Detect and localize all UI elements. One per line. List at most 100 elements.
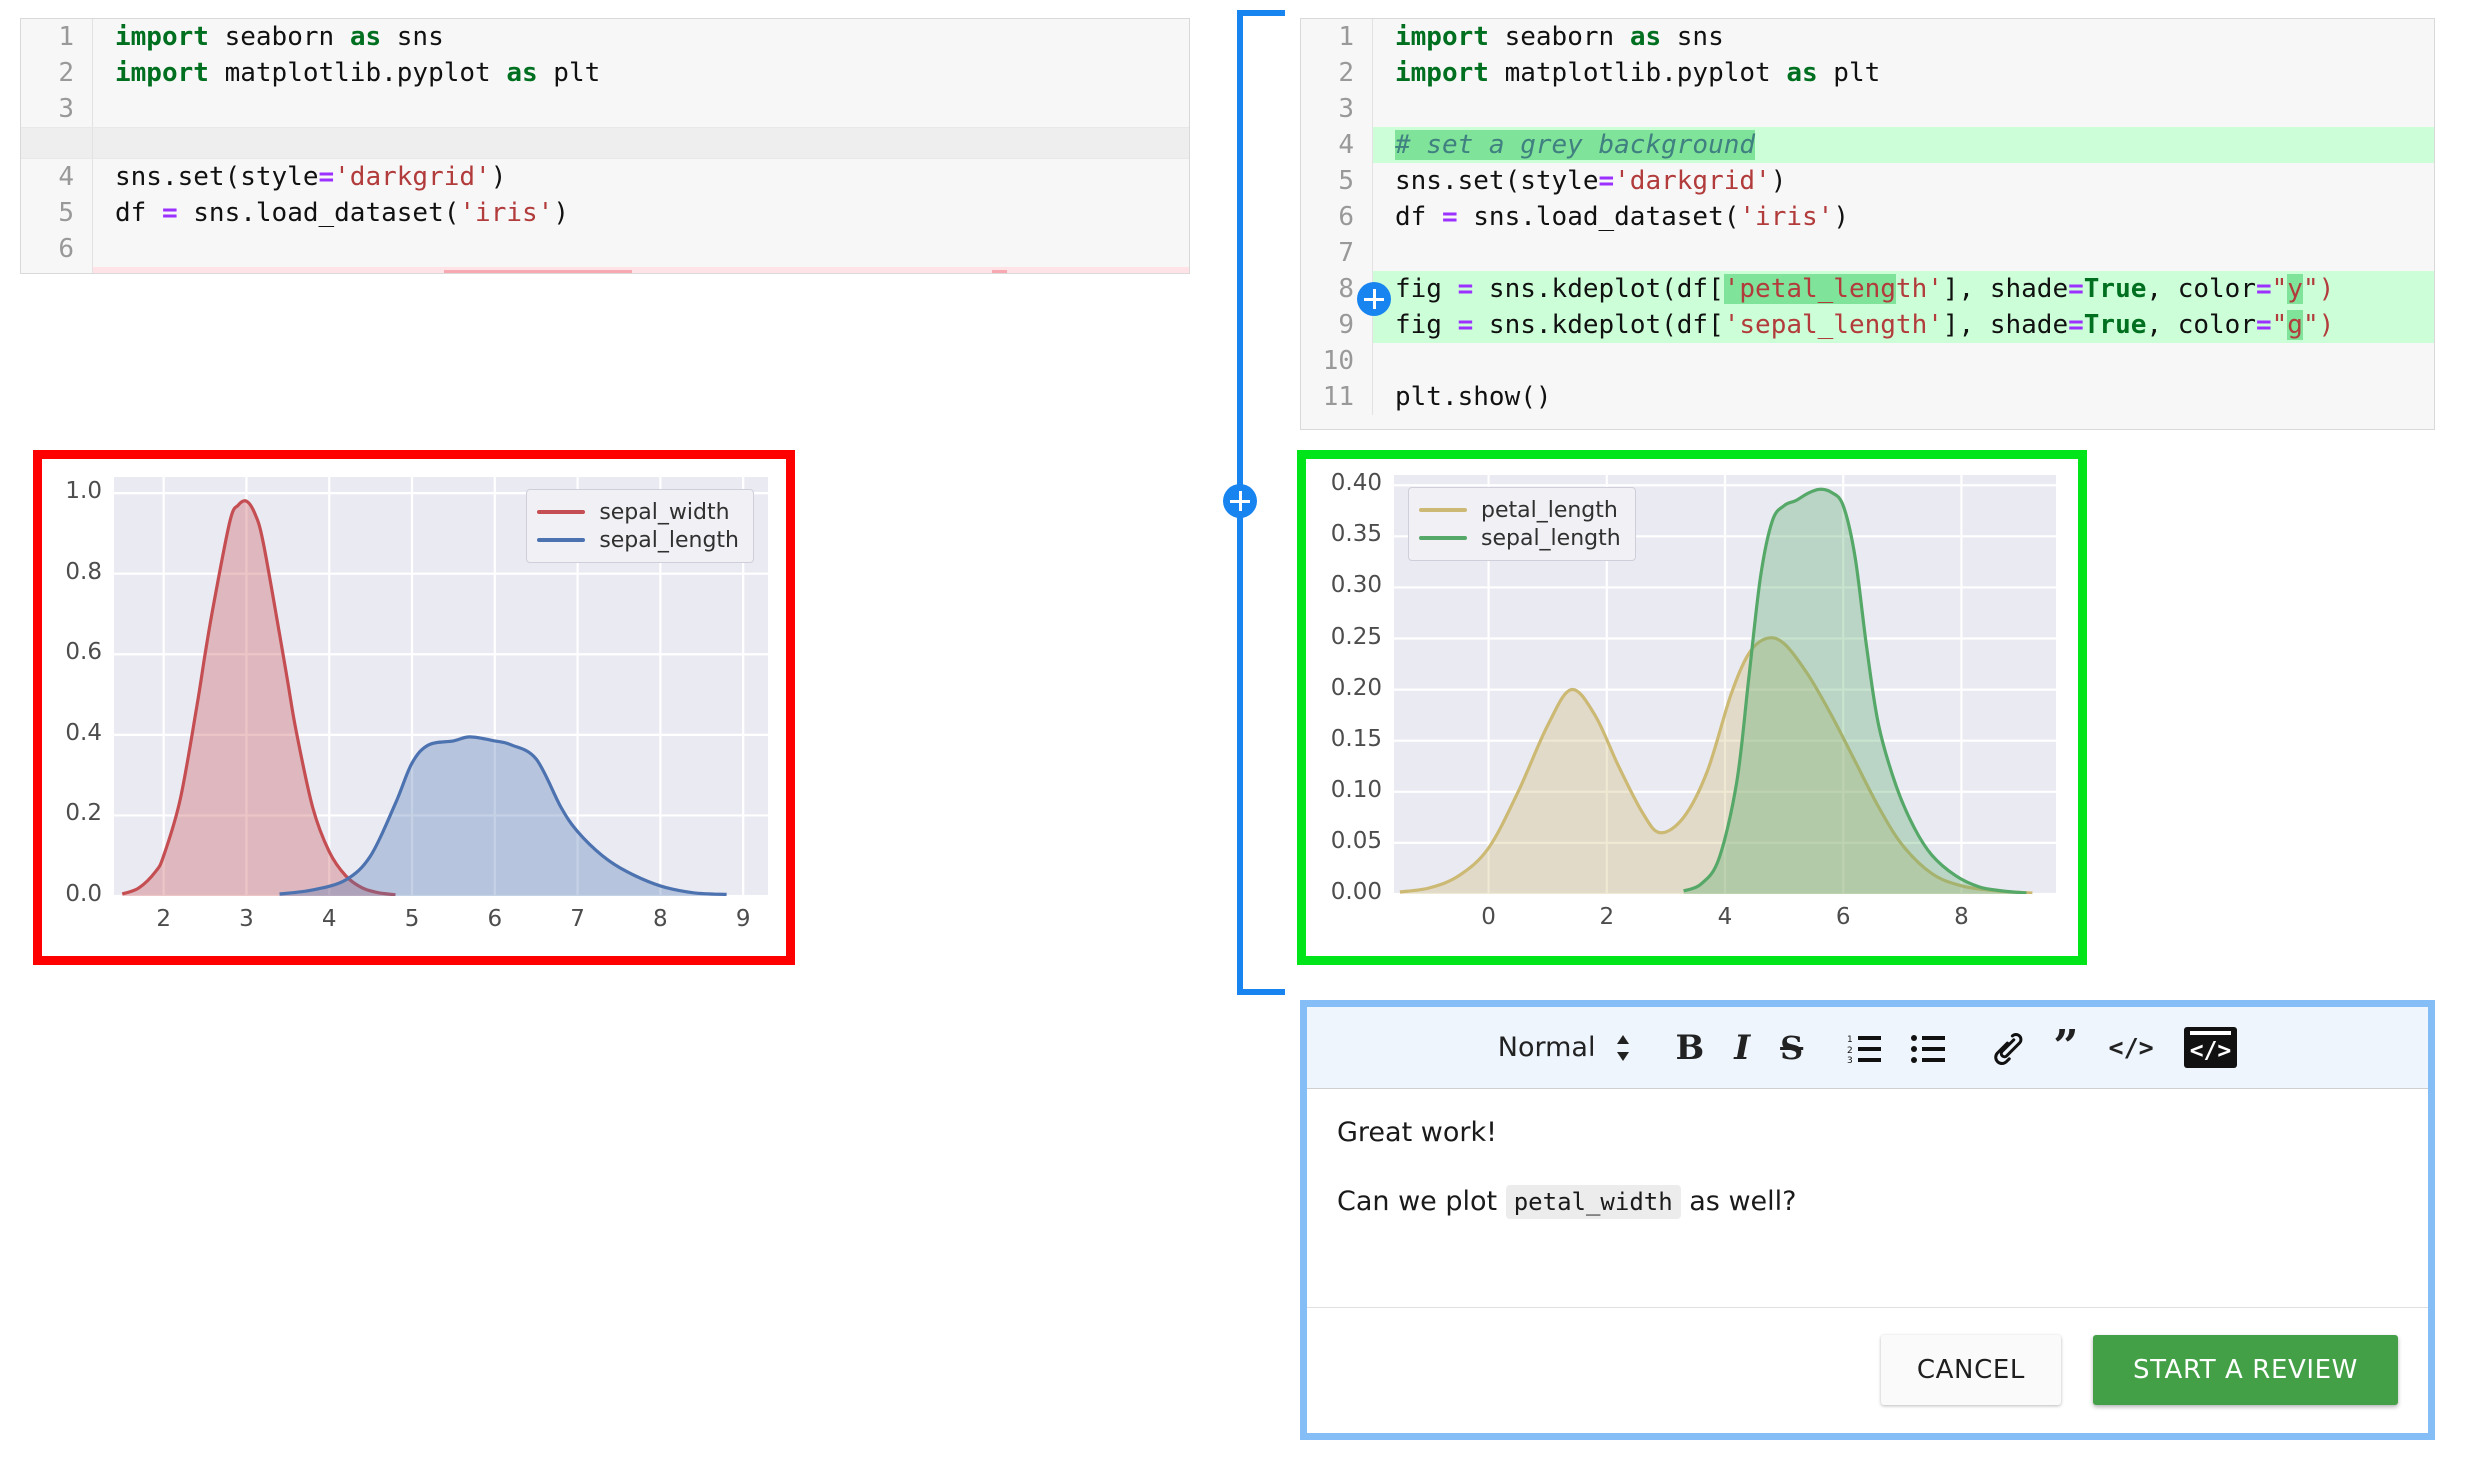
style-dropdown-label: Normal	[1497, 1032, 1596, 1063]
legend-swatch	[537, 538, 586, 542]
add-comment-line-plus-icon[interactable]	[1357, 282, 1391, 316]
x-axis-tick-label: 3	[239, 906, 254, 932]
y-axis-tick-label: 0.20	[1330, 674, 1382, 701]
y-axis-tick-label: 0.15	[1330, 725, 1382, 752]
y-axis-tick-label: 0.10	[1330, 776, 1382, 803]
chart-legend: sepal_width sepal_length	[526, 489, 754, 563]
code-line: 7fig = sns.kdeplot(df['sepal_width'], sh…	[21, 267, 1189, 273]
line-number: 9	[1301, 307, 1373, 343]
code-text: plt.show()	[1395, 382, 1552, 412]
comment-text-before: Can we plot	[1337, 1186, 1498, 1218]
original-code-panel[interactable]: 1 import seaborn as sns 2 import matplotlib…	[20, 18, 1190, 274]
line-number: 6	[21, 231, 93, 267]
bracket-top-arm	[1237, 10, 1285, 16]
legend-label: sepal_width	[599, 499, 730, 525]
y-axis-tick-label: 1.0	[65, 478, 102, 505]
code-line: 6	[21, 231, 1189, 267]
line-number	[21, 128, 93, 158]
y-axis-tick-label: 0.0	[65, 881, 102, 907]
code-text: import matplotlib.pyplot as plt	[115, 58, 601, 88]
code-line: 4 sns.set(style='darkgrid')	[21, 159, 1189, 195]
code-text: # set a grey background	[1373, 127, 2434, 163]
line-number: 6	[1301, 199, 1373, 235]
x-axis-tick-label: 8	[653, 906, 668, 932]
line-number: 2	[1301, 55, 1373, 91]
code-line: 2 import matplotlib.pyplot as plt	[21, 55, 1189, 91]
comment-editor-card: Normal B I S 1 2 3 ” </> </> Great work!…	[1300, 1000, 2435, 1440]
line-number: 2	[21, 55, 93, 91]
code-block-icon[interactable]: </>	[2183, 1027, 2238, 1068]
legend-entry: sepal_width	[537, 498, 739, 526]
line-number: 5	[21, 195, 93, 231]
inline-code-icon[interactable]: </>	[2109, 1022, 2154, 1074]
code-line: 1 import seaborn as sns	[1301, 19, 2434, 55]
left-kde-chart: 0.0 0.2 0.4 0.6 0.8 1.0 2 3 4 5 6 7 8 9 sepal_width sep…	[33, 450, 795, 965]
comment-footer: CANCEL START A REVIEW	[1307, 1307, 2428, 1431]
x-axis-tick-label: 6	[1835, 904, 1851, 930]
comment-text-area[interactable]: Great work! Can we plot petal_width as w…	[1307, 1089, 2428, 1307]
line-number: 3	[1301, 91, 1373, 127]
code-line: 6 df = sns.load_dataset('iris')	[1301, 199, 2434, 235]
series-fill	[1399, 637, 2033, 894]
bullet-list-icon[interactable]	[1911, 1022, 1946, 1074]
line-number: 7	[1301, 235, 1373, 271]
modified-code-panel[interactable]: 1 import seaborn as sns 2 import matplotlib…	[1300, 18, 2435, 430]
y-axis-tick-label: 0.8	[65, 558, 102, 585]
chevron-updown-icon	[1615, 1033, 1631, 1063]
x-axis-tick-label: 5	[404, 906, 420, 932]
comment-text-after: as well?	[1689, 1186, 1797, 1218]
bold-icon[interactable]: B	[1675, 1022, 1704, 1074]
code-line: 2 import matplotlib.pyplot as plt	[1301, 55, 2434, 91]
chart-legend: petal_length sepal_length	[1408, 487, 1636, 561]
x-axis-tick-label: 0	[1481, 904, 1496, 930]
x-axis-tick-label: 2	[156, 906, 171, 932]
code-line: 3	[1301, 91, 2434, 127]
comment-paragraph-2: Can we plot petal_width as well?	[1337, 1184, 2398, 1220]
code-text: import seaborn as sns	[1395, 22, 1724, 52]
bracket-bottom-arm	[1237, 989, 1285, 995]
svg-text:2: 2	[1847, 1046, 1853, 1056]
code-line: 5 sns.set(style='darkgrid')	[1301, 163, 2434, 199]
code-line	[21, 127, 1189, 159]
x-axis-tick-label: 7	[570, 906, 585, 932]
line-number: 10	[1301, 343, 1373, 379]
code-lines: 1 import seaborn as sns 2 import matplotlib…	[1301, 19, 2434, 415]
code-line: 5 df = sns.load_dataset('iris')	[21, 195, 1189, 231]
ordered-list-icon[interactable]: 1 2 3	[1847, 1022, 1882, 1074]
svg-text:1: 1	[1847, 1035, 1853, 1045]
x-axis-tick-label: 6	[487, 906, 503, 932]
comment-paragraph-1: Great work!	[1337, 1117, 1497, 1148]
code-text: import matplotlib.pyplot as plt	[1395, 58, 1881, 88]
legend-swatch	[1419, 508, 1467, 512]
code-line: 7	[1301, 235, 2434, 271]
legend-label: sepal_length	[1481, 525, 1621, 551]
code-text: fig = sns.kdeplot(df['sepal_width'], sha…	[93, 267, 1189, 273]
y-axis-tick-label: 0.35	[1330, 521, 1382, 548]
start-a-review-button[interactable]: START A REVIEW	[2092, 1334, 2398, 1405]
cancel-button[interactable]: CANCEL	[1880, 1334, 2061, 1405]
legend-label: petal_length	[1481, 497, 1618, 523]
line-number: 11	[1301, 379, 1373, 415]
add-comment-plus-icon[interactable]	[1223, 484, 1257, 518]
code-lines: 1 import seaborn as sns 2 import matplotlib…	[21, 19, 1189, 273]
italic-icon[interactable]: I	[1734, 1022, 1750, 1074]
y-axis-tick-label: 0.4	[65, 719, 102, 746]
x-axis-tick-label: 2	[1599, 904, 1615, 930]
code-line: 11 plt.show()	[1301, 379, 2434, 415]
blockquote-icon[interactable]: ”	[2053, 1022, 2078, 1074]
legend-entry: sepal_length	[537, 526, 739, 554]
strikethrough-icon[interactable]: S	[1780, 1022, 1803, 1074]
link-icon[interactable]	[1989, 1022, 2023, 1074]
style-dropdown[interactable]: Normal	[1498, 1022, 1632, 1074]
y-axis-tick-label: 0.6	[65, 639, 102, 666]
line-number: 5	[1301, 163, 1373, 199]
code-line: 10	[1301, 343, 2434, 379]
y-axis-tick-label: 0.2	[65, 800, 102, 827]
code-text	[93, 128, 1189, 158]
x-axis-tick-label: 4	[321, 906, 337, 932]
line-number: 4	[21, 159, 93, 195]
y-axis-tick-label: 0.30	[1330, 572, 1382, 599]
